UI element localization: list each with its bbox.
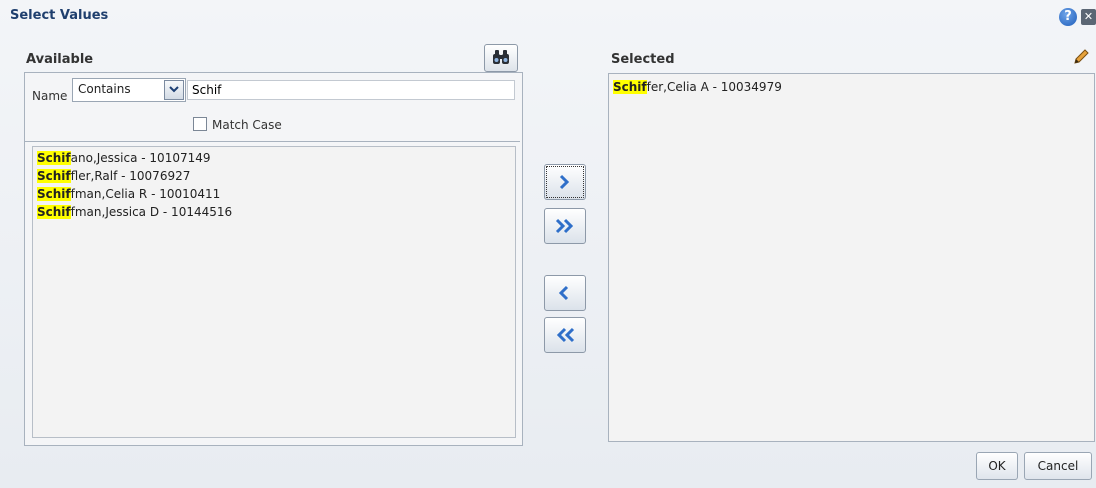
cancel-button[interactable]: Cancel: [1024, 452, 1092, 480]
filter-value-input[interactable]: [187, 80, 515, 100]
move-selected-button[interactable]: [544, 164, 586, 200]
help-icon[interactable]: ?: [1059, 8, 1077, 26]
list-item[interactable]: Schiffman,Celia R - 10010411: [37, 187, 220, 201]
list-item[interactable]: Schiffler,Ralf - 10076927: [37, 169, 190, 183]
remove-all-button[interactable]: [544, 317, 586, 353]
match-case-checkbox[interactable]: [193, 117, 207, 131]
list-item[interactable]: Schiffman,Jessica D - 10144516: [37, 205, 232, 219]
double-chevron-left-icon: [556, 327, 575, 343]
chevron-right-icon: [559, 174, 570, 190]
ok-button[interactable]: OK: [976, 452, 1018, 480]
double-chevron-right-icon: [555, 218, 574, 234]
available-list[interactable]: Schifano,Jessica - 10107149 Schiffler,Ra…: [32, 146, 516, 438]
binoculars-icon: [493, 50, 509, 64]
dialog-title: Select Values: [10, 8, 109, 23]
chevron-down-icon[interactable]: [164, 80, 184, 100]
operator-select[interactable]: Contains: [72, 78, 186, 102]
list-item[interactable]: Schifano,Jessica - 10107149: [37, 151, 211, 165]
remove-selected-button[interactable]: [544, 275, 586, 311]
available-label: Available: [26, 52, 94, 67]
chevron-left-icon: [558, 285, 569, 301]
search-button[interactable]: [484, 44, 518, 72]
filter-divider: [25, 141, 520, 142]
selected-label: Selected: [611, 52, 675, 67]
name-filter-label: Name: [32, 89, 68, 103]
close-icon[interactable]: ✕: [1081, 9, 1096, 25]
operator-value: Contains: [78, 82, 131, 96]
selected-list[interactable]: Schiffer,Celia A - 10034979: [608, 73, 1095, 442]
move-all-button[interactable]: [544, 208, 586, 244]
list-item[interactable]: Schiffer,Celia A - 10034979: [613, 80, 782, 94]
match-case-label: Match Case: [212, 118, 282, 132]
pencil-icon[interactable]: [1072, 48, 1090, 66]
